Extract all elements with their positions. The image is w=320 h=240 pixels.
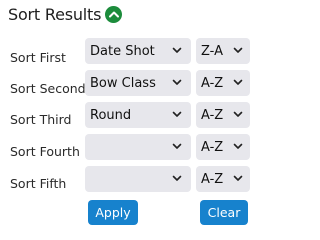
sort-third-label: Sort Third xyxy=(10,112,72,127)
chevron-down-icon xyxy=(233,143,243,149)
sort-fifth-order-value: A-Z xyxy=(201,171,224,187)
panel-title: Sort Results xyxy=(8,4,102,24)
sort-third-field-value: Round xyxy=(90,107,132,123)
collapse-button[interactable] xyxy=(105,5,123,23)
sort-first-field-value: Date Shot xyxy=(90,43,155,59)
chevron-down-icon xyxy=(172,175,182,181)
chevron-down-icon xyxy=(172,143,182,149)
sort-row-fifth: Sort Fifth A-Z xyxy=(0,166,263,192)
sort-fourth-order-value: A-Z xyxy=(201,139,224,155)
sort-fourth-field-select[interactable] xyxy=(85,134,191,160)
chevron-down-icon xyxy=(172,47,182,53)
sort-row-second: Sort Second Bow Class A-Z xyxy=(0,70,263,96)
sort-fourth-label: Sort Fourth xyxy=(10,144,80,159)
sort-fifth-order-select[interactable]: A-Z xyxy=(196,166,250,192)
clear-button[interactable]: Clear xyxy=(200,200,248,225)
sort-third-field-select[interactable]: Round xyxy=(85,102,191,128)
sort-first-field-select[interactable]: Date Shot xyxy=(85,38,191,64)
sort-first-order-select[interactable]: Z-A xyxy=(196,38,250,64)
chevron-down-icon xyxy=(172,111,182,117)
sort-row-third: Sort Third Round A-Z xyxy=(0,102,263,128)
sort-second-label: Sort Second xyxy=(10,81,86,96)
sort-second-order-value: A-Z xyxy=(201,75,224,91)
sort-fifth-field-select[interactable] xyxy=(85,166,191,192)
apply-button[interactable]: Apply xyxy=(88,200,138,225)
sort-row-fourth: Sort Fourth A-Z xyxy=(0,134,263,160)
chevron-up-icon xyxy=(108,11,119,17)
sort-row-first: Sort First Date Shot Z-A xyxy=(0,38,263,65)
sort-first-label: Sort First xyxy=(10,50,66,65)
chevron-down-icon xyxy=(172,79,182,85)
sort-third-order-select[interactable]: A-Z xyxy=(196,102,250,128)
sort-second-order-select[interactable]: A-Z xyxy=(196,70,250,96)
sort-second-field-select[interactable]: Bow Class xyxy=(85,70,191,96)
panel-header: Sort Results xyxy=(8,1,123,27)
sort-first-order-value: Z-A xyxy=(201,43,223,59)
chevron-down-icon xyxy=(233,175,243,181)
sort-fifth-label: Sort Fifth xyxy=(10,176,67,191)
sort-fourth-order-select[interactable]: A-Z xyxy=(196,134,250,160)
chevron-down-icon xyxy=(233,111,243,117)
sort-third-order-value: A-Z xyxy=(201,107,224,123)
sort-results-panel: Sort Results Sort First Date Shot Z-A So… xyxy=(0,0,263,234)
chevron-down-icon xyxy=(233,79,243,85)
chevron-down-icon xyxy=(233,47,243,53)
sort-second-field-value: Bow Class xyxy=(90,75,156,91)
